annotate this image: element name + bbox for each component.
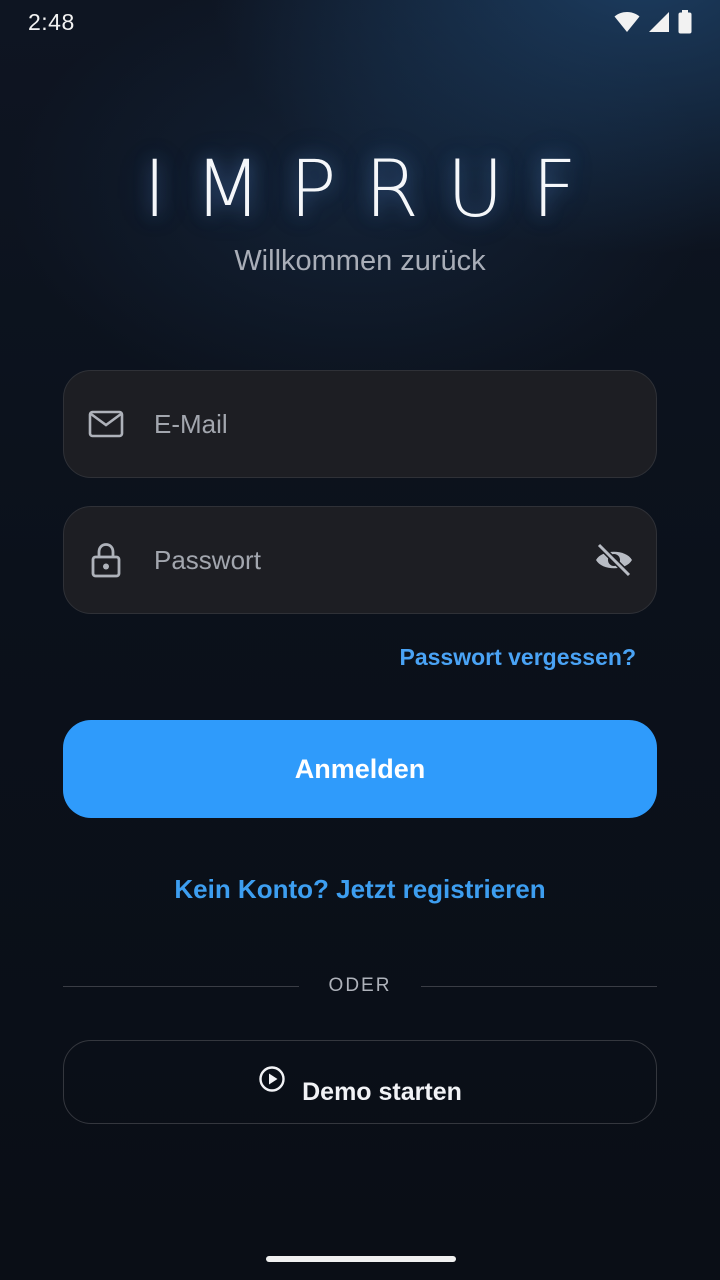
divider-line-right bbox=[421, 985, 657, 987]
battery-icon bbox=[678, 10, 692, 34]
eye-off-icon[interactable] bbox=[592, 538, 636, 582]
email-input[interactable] bbox=[154, 371, 594, 477]
divider-label: ODER bbox=[328, 975, 392, 996]
register-link[interactable]: Kein Konto? Jetzt registrieren bbox=[0, 874, 720, 905]
demo-button[interactable]: Demo starten bbox=[63, 1040, 657, 1124]
forgot-password-link[interactable]: Passwort vergessen? bbox=[399, 644, 636, 671]
or-divider: ODER bbox=[63, 972, 657, 1000]
status-bar: 2:48 bbox=[0, 0, 720, 44]
demo-button-label: Demo starten bbox=[302, 1077, 462, 1106]
cellular-signal-icon bbox=[648, 11, 670, 33]
app-logo: IMPRUF bbox=[143, 145, 605, 235]
divider-line-left bbox=[63, 985, 299, 987]
status-icons bbox=[614, 10, 692, 34]
mail-icon bbox=[86, 404, 126, 444]
password-field[interactable] bbox=[63, 506, 657, 614]
home-indicator[interactable] bbox=[266, 1256, 456, 1262]
play-circle-icon bbox=[258, 1065, 286, 1100]
status-time: 2:48 bbox=[28, 8, 75, 35]
login-button[interactable]: Anmelden bbox=[63, 720, 657, 818]
email-field[interactable] bbox=[63, 370, 657, 478]
wifi-icon bbox=[614, 11, 640, 33]
welcome-subtitle: Willkommen zurück bbox=[234, 245, 486, 277]
lock-icon bbox=[86, 540, 126, 580]
password-input[interactable] bbox=[154, 507, 594, 613]
